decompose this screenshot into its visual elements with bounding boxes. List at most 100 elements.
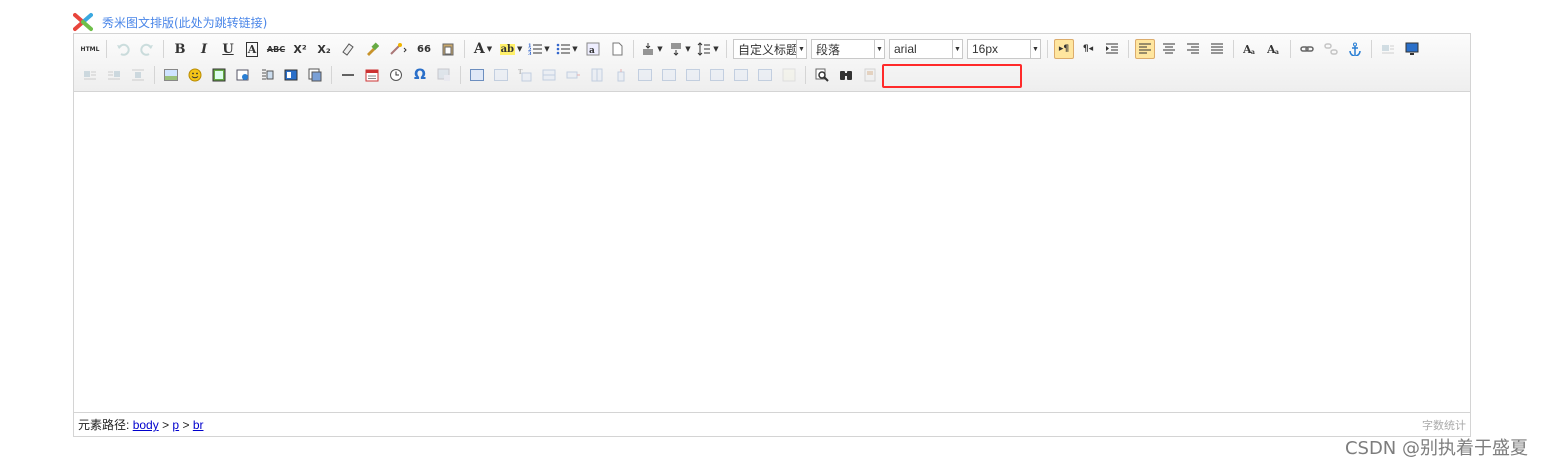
delete-col-button[interactable] [611,65,631,85]
xiumi-link[interactable]: 秀米图文排版(此处为跳转链接) [73,12,267,32]
wordimage-button[interactable] [434,65,454,85]
line-height-button[interactable]: ▼ [696,39,720,59]
preview-button[interactable] [1402,39,1422,59]
row-spacing-top-button[interactable]: ▼ [640,39,664,59]
insert-col-button[interactable] [587,65,607,85]
map-button[interactable] [281,65,301,85]
superscript-label: X² [293,42,307,56]
delete-row-button[interactable] [563,65,583,85]
fontborder-button[interactable]: A [242,39,262,59]
split-to-cols-button[interactable] [755,65,775,85]
split-to-cells-button[interactable] [707,65,727,85]
merge-right-button[interactable] [659,65,679,85]
insert-row-button[interactable] [539,65,559,85]
insert-paragraph-before-table-button[interactable]: T [515,65,535,85]
merge-cells-button[interactable] [635,65,655,85]
bold-button[interactable]: B [170,39,190,59]
fontsize-select[interactable]: 16px ▼ [967,39,1041,59]
align-left-button[interactable] [1135,39,1155,59]
direction-ltr-button[interactable]: ▸¶ [1054,39,1074,59]
delete-table-button[interactable] [491,65,511,85]
path-item-br[interactable]: br [193,418,204,432]
uppercase-button[interactable]: Aa [1240,39,1260,59]
monitor-icon [1405,42,1419,55]
italic-label: I [200,41,208,57]
underline-button[interactable]: U [218,39,238,59]
lowercase-icon: Aa [1267,43,1279,56]
subscript-button[interactable]: X₂ [314,39,334,59]
eraser-icon [342,43,354,56]
align-center-button[interactable] [1159,39,1179,59]
paragraph-select[interactable]: 段落 ▼ [811,39,885,59]
clipboard-icon [442,43,454,56]
path-separator: > [182,418,190,432]
image-center-button[interactable] [128,65,148,85]
heading-select-value: 自定义标题 [738,42,796,57]
backcolor-button[interactable]: ab ▼ [499,39,523,59]
insert-col-icon [591,68,603,82]
charts-button[interactable] [779,65,799,85]
editor-content-area[interactable] [74,92,1470,414]
print-preview-button[interactable] [812,65,832,85]
toolbar-row-1: HTML B I U A ABC X² X₂ 66 A ▼ ab ▼ 1 2 3 ▼ ▼ … [78,37,1424,61]
unlink-button[interactable] [1321,39,1341,59]
insert-frame-button[interactable] [305,65,325,85]
template-button[interactable] [860,65,880,85]
path-item-body[interactable]: body [133,418,159,432]
highlight-annotation-box [882,64,1022,88]
direction-ltr-label: ▸¶ [1058,44,1070,54]
unordered-list-button[interactable]: ▼ [555,39,579,59]
undo-button[interactable] [113,39,133,59]
image-right-button[interactable] [104,65,124,85]
lowercase-button[interactable]: Aa [1264,39,1284,59]
ordered-list-button[interactable]: 1 2 3 ▼ [527,39,551,59]
forecolor-button[interactable]: A ▼ [471,39,495,59]
image-left-button[interactable] [80,65,100,85]
italic-button[interactable]: I [194,39,214,59]
page-break-button[interactable] [607,39,627,59]
image-none-button[interactable] [1378,39,1398,59]
merge-down-button[interactable] [683,65,703,85]
insert-date-button[interactable] [362,65,382,85]
separator [633,40,634,58]
xiumi-link-text[interactable]: 秀米图文排版(此处为跳转链接) [102,14,267,31]
horizontal-rule-button[interactable] [338,65,358,85]
emotion-button[interactable] [185,65,205,85]
search-replace-button[interactable] [836,65,856,85]
binoculars-icon [840,71,852,80]
insert-time-button[interactable] [386,65,406,85]
insert-code-button[interactable]: a [583,39,603,59]
strikethrough-button[interactable]: ABC [266,39,286,59]
scrawl-button[interactable] [209,65,229,85]
align-left-icon [1139,43,1151,54]
insert-table-button[interactable] [467,65,487,85]
remove-format-button[interactable] [338,39,358,59]
spacing-top-icon [643,43,654,55]
attachment-button[interactable] [257,65,277,85]
special-char-button[interactable]: Ω [410,65,430,85]
row-spacing-bottom-button[interactable]: ▼ [668,39,692,59]
superscript-button[interactable]: X² [290,39,310,59]
redo-button[interactable] [137,39,157,59]
source-html-button[interactable]: HTML [80,39,100,59]
link-button[interactable] [1297,39,1317,59]
split-to-rows-button[interactable] [731,65,751,85]
path-item-p[interactable]: p [172,418,179,432]
align-right-button[interactable] [1183,39,1203,59]
simple-upload-button[interactable] [161,65,181,85]
anchor-button[interactable] [1345,39,1365,59]
svg-text:3: 3 [528,51,532,56]
auto-typeset-button[interactable] [386,39,410,59]
picture-frame-icon [212,68,226,82]
blockquote-button[interactable]: 66 [414,39,434,59]
paste-plain-button[interactable] [438,39,458,59]
heading-select[interactable]: 自定义标题 ▼ [733,39,807,59]
fontfamily-select[interactable]: arial ▼ [889,39,963,59]
format-match-button[interactable] [362,39,382,59]
path-separator: > [162,418,170,432]
dropdown-arrow-icon: ▼ [685,45,691,53]
direction-rtl-button[interactable]: ¶◂ [1078,39,1098,59]
align-justify-button[interactable] [1207,39,1227,59]
indent-button[interactable] [1102,39,1122,59]
insert-video-button[interactable] [233,65,253,85]
